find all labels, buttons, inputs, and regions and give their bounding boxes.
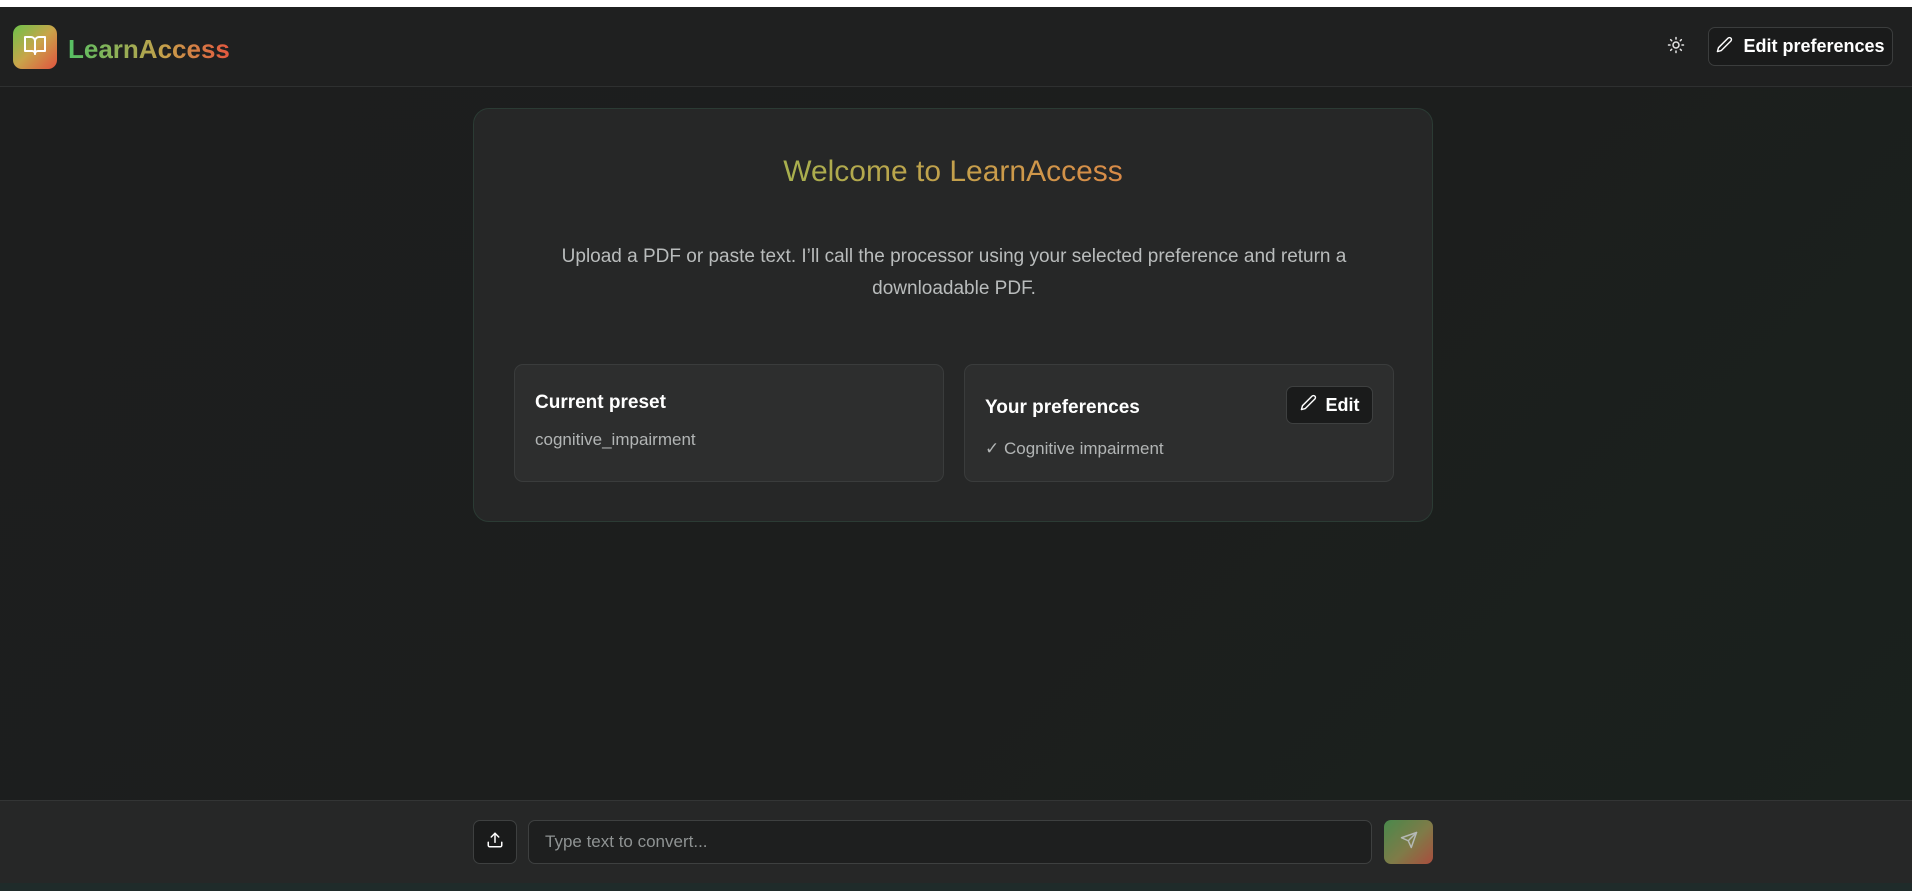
- welcome-title: Welcome to LearnAccess: [474, 153, 1432, 191]
- edit-button-label: Edit: [1325, 394, 1360, 415]
- upload-button[interactable]: [473, 820, 517, 864]
- preference-item: ✓ Cognitive impairment: [985, 439, 1164, 458]
- composer-bar: [0, 800, 1912, 883]
- edit-preferences-label: Edit preferences: [1743, 36, 1885, 56]
- sun-icon: [1667, 36, 1685, 59]
- window-top-edge: [0, 0, 1912, 7]
- book-open-icon: [23, 33, 47, 62]
- send-icon: [1400, 831, 1418, 854]
- app-header: LearnAccess Edit preferences: [0, 7, 1912, 87]
- current-preset-heading: Current preset: [535, 392, 666, 413]
- pencil-icon: [1300, 394, 1317, 416]
- welcome-subtitle: Upload a PDF or paste text. I’ll call th…: [561, 246, 1347, 299]
- pencil-icon: [1716, 36, 1733, 58]
- send-button[interactable]: [1384, 820, 1433, 864]
- preferences-card: Your preferences Edit ✓ Cognitive impair…: [964, 364, 1394, 482]
- edit-preferences-button[interactable]: Edit preferences: [1708, 27, 1893, 66]
- text-input[interactable]: [528, 820, 1372, 864]
- preferences-heading: Your preferences: [985, 397, 1140, 418]
- brand-name: LearnAccess: [68, 34, 230, 64]
- edit-button[interactable]: Edit: [1286, 386, 1373, 424]
- welcome-card: Welcome to LearnAccess Upload a PDF or p…: [473, 108, 1433, 522]
- theme-toggle-button[interactable]: [1662, 33, 1690, 61]
- current-preset-value: cognitive_impairment: [535, 430, 696, 449]
- logo: [13, 25, 57, 69]
- welcome-title-text: Welcome to LearnAccess: [783, 155, 1123, 188]
- upload-icon: [486, 831, 504, 854]
- bottom-edge: [0, 883, 1912, 891]
- current-preset-card: Current preset cognitive_impairment: [514, 364, 944, 482]
